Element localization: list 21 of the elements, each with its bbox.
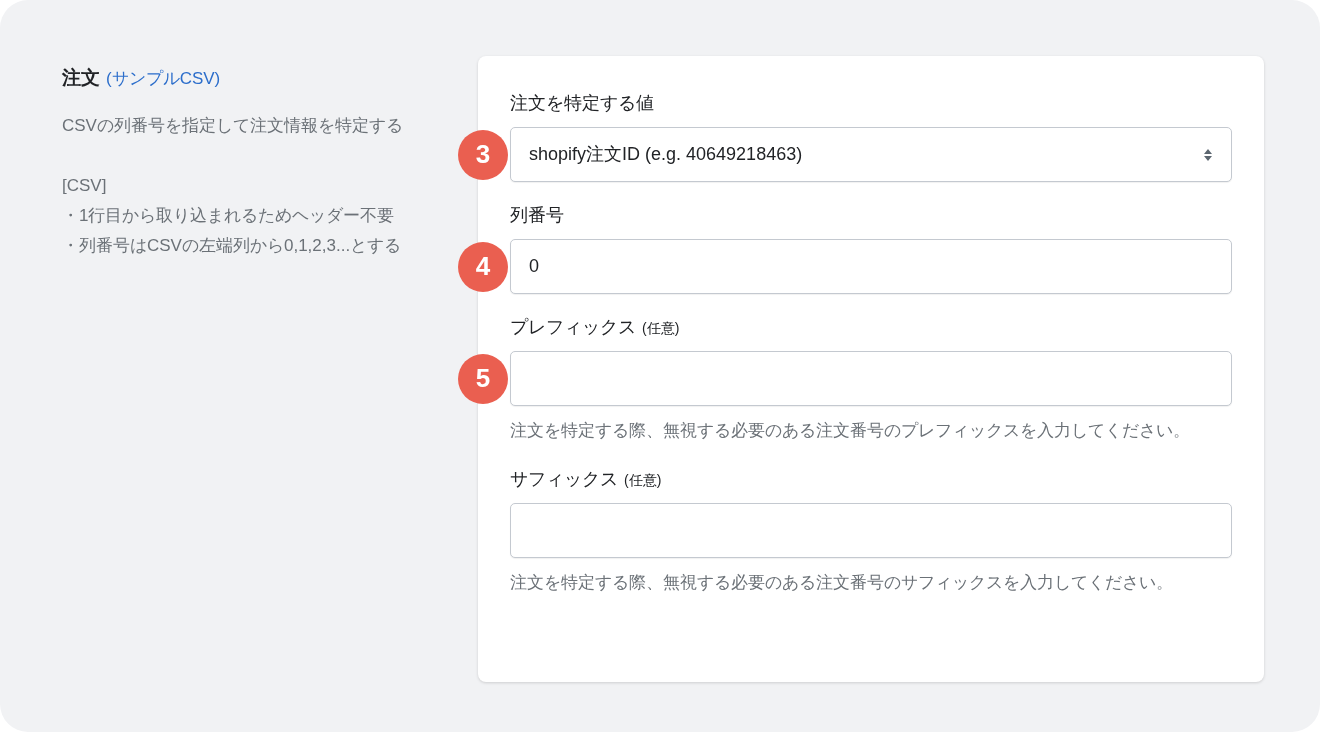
step-number-badge: 5 <box>458 353 508 404</box>
description-text: CSVの列番号を指定して注文情報を特定する <box>62 114 404 137</box>
section-title: 注文 <box>62 66 100 90</box>
sample-csv-link[interactable]: (サンプルCSV) <box>106 66 221 92</box>
text-input-field[interactable]: 0 <box>510 239 1232 294</box>
text-input-field[interactable] <box>510 503 1232 558</box>
help-text: 注文を特定する際、無視する必要のある注文番号のサフィックスを入力してください。 <box>510 572 1174 594</box>
description-text: ・1行目から取り込まれるためヘッダー不要 <box>62 204 396 227</box>
help-text: 注文を特定する際、無視する必要のある注文番号のプレフィックスを入力してください。 <box>510 420 1191 442</box>
field-label: プレフィックス <box>510 316 636 339</box>
field-label: サフィックス <box>510 468 618 491</box>
field-label: 列番号 <box>510 204 564 227</box>
description-text: ・列番号はCSVの左端列から0,1,2,3...とする <box>62 234 403 257</box>
step-number-badge: 3 <box>458 129 508 180</box>
description-text: [CSV] <box>62 174 108 197</box>
select-field[interactable]: shopify注文ID (e.g. 40649218463) <box>510 127 1232 182</box>
field-label: 注文を特定する値 <box>510 92 654 115</box>
optional-label: (任意) <box>642 319 680 338</box>
text-input-field[interactable] <box>510 351 1232 406</box>
optional-label: (任意) <box>624 471 662 490</box>
step-number-badge: 4 <box>458 241 508 292</box>
